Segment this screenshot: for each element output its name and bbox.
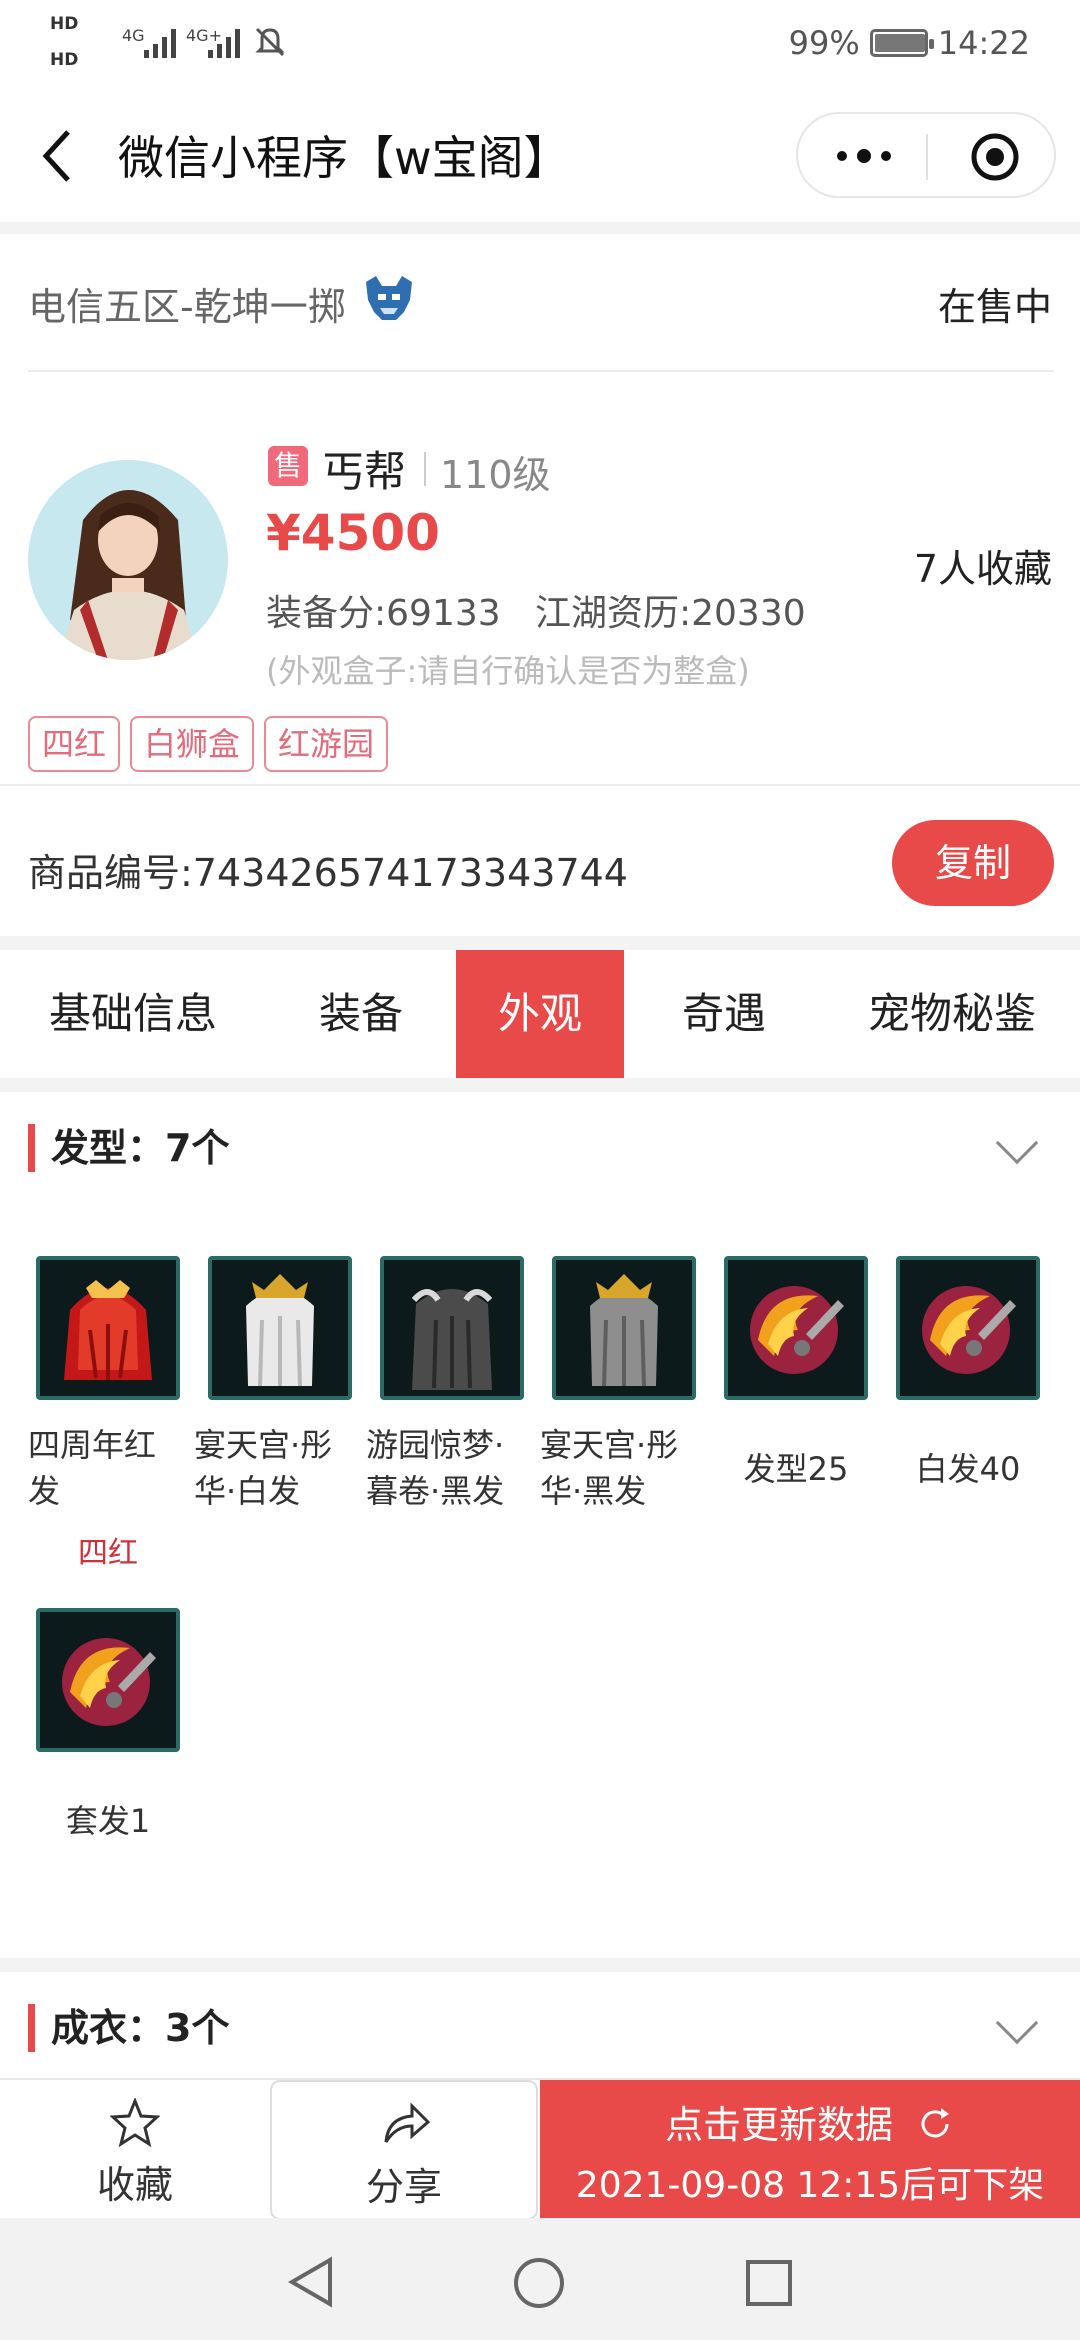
share-label: 分享 <box>365 2165 442 2209</box>
white-hair-icon <box>246 1274 314 1387</box>
mute-bell-icon <box>255 27 285 57</box>
tag-si-hong: 四红 <box>28 716 121 772</box>
back-arrow-icon[interactable] <box>38 128 78 184</box>
status-bar: HD HD 4G 4G+ 99% 14:22 <box>0 0 1080 92</box>
sect-emblem-icon <box>366 276 412 320</box>
separator-band <box>0 936 1080 950</box>
price: ¥4500 <box>266 504 440 562</box>
signal-bars-icon <box>144 29 176 58</box>
hair-name-1: 四周年红发 <box>28 1426 157 1510</box>
hair-name-7: 套发1 <box>65 1802 151 1840</box>
share-arrow-icon <box>384 2102 431 2143</box>
favorite-button[interactable]: 收藏 <box>0 2080 270 2220</box>
star-icon <box>110 2098 160 2148</box>
hair-name-2: 宴天宫·彤华·白发 <box>194 1426 333 1510</box>
separator-band <box>0 222 1080 234</box>
tag-bai-shi-he: 白狮盒 <box>130 716 255 772</box>
tab-basic-info[interactable]: 基础信息 <box>0 950 266 1078</box>
delist-time: 2021-09-08 12:15后可下架 <box>575 2165 1045 2206</box>
tag-hong-you-yuan: 红游园 <box>264 716 389 772</box>
more-dots-icon[interactable] <box>834 144 894 168</box>
character-avatar[interactable] <box>28 460 228 660</box>
hair-section-header[interactable]: 发型：7个 <box>28 1124 229 1172</box>
tab-encounters[interactable]: 奇遇 <box>624 950 824 1078</box>
status-right: 99% 14:22 <box>789 24 1030 62</box>
appearance-box-note: (外观盒子:请自行确认是否为整盒) <box>266 652 750 690</box>
server-name: 电信五区-乾坤一掷 <box>28 285 346 329</box>
character-level: 110级 <box>440 453 551 497</box>
update-title-text: 点击更新数据 <box>664 2103 893 2147</box>
page-title: 微信小程序【w宝阁】 <box>118 131 570 185</box>
update-data-button[interactable]: 点击更新数据 2021-09-08 12:15后可下架 <box>540 2080 1080 2220</box>
divider-line <box>28 370 1054 372</box>
share-button[interactable]: 分享 <box>270 2080 538 2220</box>
sale-badge: 售 <box>268 446 308 486</box>
hair-thumb-25[interactable] <box>724 1256 868 1400</box>
hair-name-4: 宴天宫·彤华·黑发 <box>540 1426 679 1510</box>
hair-name-6: 白发40 <box>915 1450 1021 1488</box>
signal-bars-2-icon <box>208 29 240 58</box>
hair-thumb-black[interactable] <box>380 1256 524 1400</box>
divider-line <box>0 784 1080 786</box>
black-hair-icon <box>411 1289 493 1390</box>
character-stats: 装备分:69133 江湖资历:20330 <box>266 593 806 634</box>
tab-pet-guide[interactable]: 宠物秘鉴 <box>824 950 1080 1078</box>
chevron-down-icon[interactable] <box>995 1121 1039 1165</box>
target-circle-icon[interactable] <box>970 132 1020 182</box>
copy-button[interactable]: 复制 <box>892 820 1054 906</box>
nav-home-icon[interactable] <box>512 2256 566 2310</box>
hair-tag-1: 四红 <box>78 1536 138 1571</box>
nav-back-icon[interactable] <box>286 2256 336 2308</box>
refresh-icon <box>921 2108 950 2138</box>
sect-level-divider <box>424 452 426 486</box>
tab-appearance[interactable]: 外观 <box>456 950 624 1078</box>
update-title: 点击更新数据 <box>540 2094 1080 2149</box>
hair-thumb-dark[interactable] <box>552 1256 696 1400</box>
hd-indicator-1: HD <box>50 14 79 34</box>
scissors-flame-icon <box>62 1638 156 1726</box>
bottom-action-bar: 收藏 分享 点击更新数据 2021-09-08 12:15后可下架 <box>0 2078 1080 2220</box>
hair-thumb-set-1[interactable] <box>36 1608 180 1752</box>
sale-status: 在售中 <box>937 285 1052 329</box>
favorite-label: 收藏 <box>96 2163 173 2207</box>
capsule-divider <box>926 134 928 180</box>
scissors-flame-icon <box>750 1286 844 1374</box>
hair-thumb-red[interactable] <box>36 1256 180 1400</box>
battery-percent: 99% <box>788 24 860 62</box>
hair-thumb-white[interactable] <box>208 1256 352 1400</box>
tab-bar: 基础信息 装备 外观 奇遇 宠物秘鉴 <box>0 950 1080 1078</box>
separator-band <box>0 1078 1080 1092</box>
dark-hair-icon <box>590 1274 658 1387</box>
hair-name-3: 游园惊梦·暮卷·黑发 <box>366 1426 505 1510</box>
red-hair-icon <box>64 1280 152 1380</box>
battery-icon <box>869 29 934 57</box>
item-number: 商品编号:743426574173343744 <box>28 851 628 895</box>
hair-thumb-white-40[interactable] <box>896 1256 1040 1400</box>
favorite-count: 7人收藏 <box>913 547 1052 591</box>
hair-name-5: 发型25 <box>743 1450 849 1488</box>
capsule-menu <box>796 112 1056 198</box>
clothes-section-header[interactable]: 成衣：3个 <box>28 2004 229 2052</box>
mini-program-title-bar: 微信小程序【w宝阁】 <box>0 92 1080 222</box>
sect-name: 丐帮 <box>322 447 407 496</box>
chevron-down-icon[interactable] <box>995 2001 1039 2045</box>
scissors-flame-icon <box>922 1286 1016 1374</box>
separator-band <box>0 1958 1080 1972</box>
clock: 14:22 <box>937 24 1030 62</box>
tab-equipment[interactable]: 装备 <box>266 950 456 1078</box>
nav-recents-icon[interactable] <box>744 2258 794 2308</box>
system-nav-bar <box>0 2218 1080 2340</box>
hd-indicator-2: HD <box>50 50 79 70</box>
